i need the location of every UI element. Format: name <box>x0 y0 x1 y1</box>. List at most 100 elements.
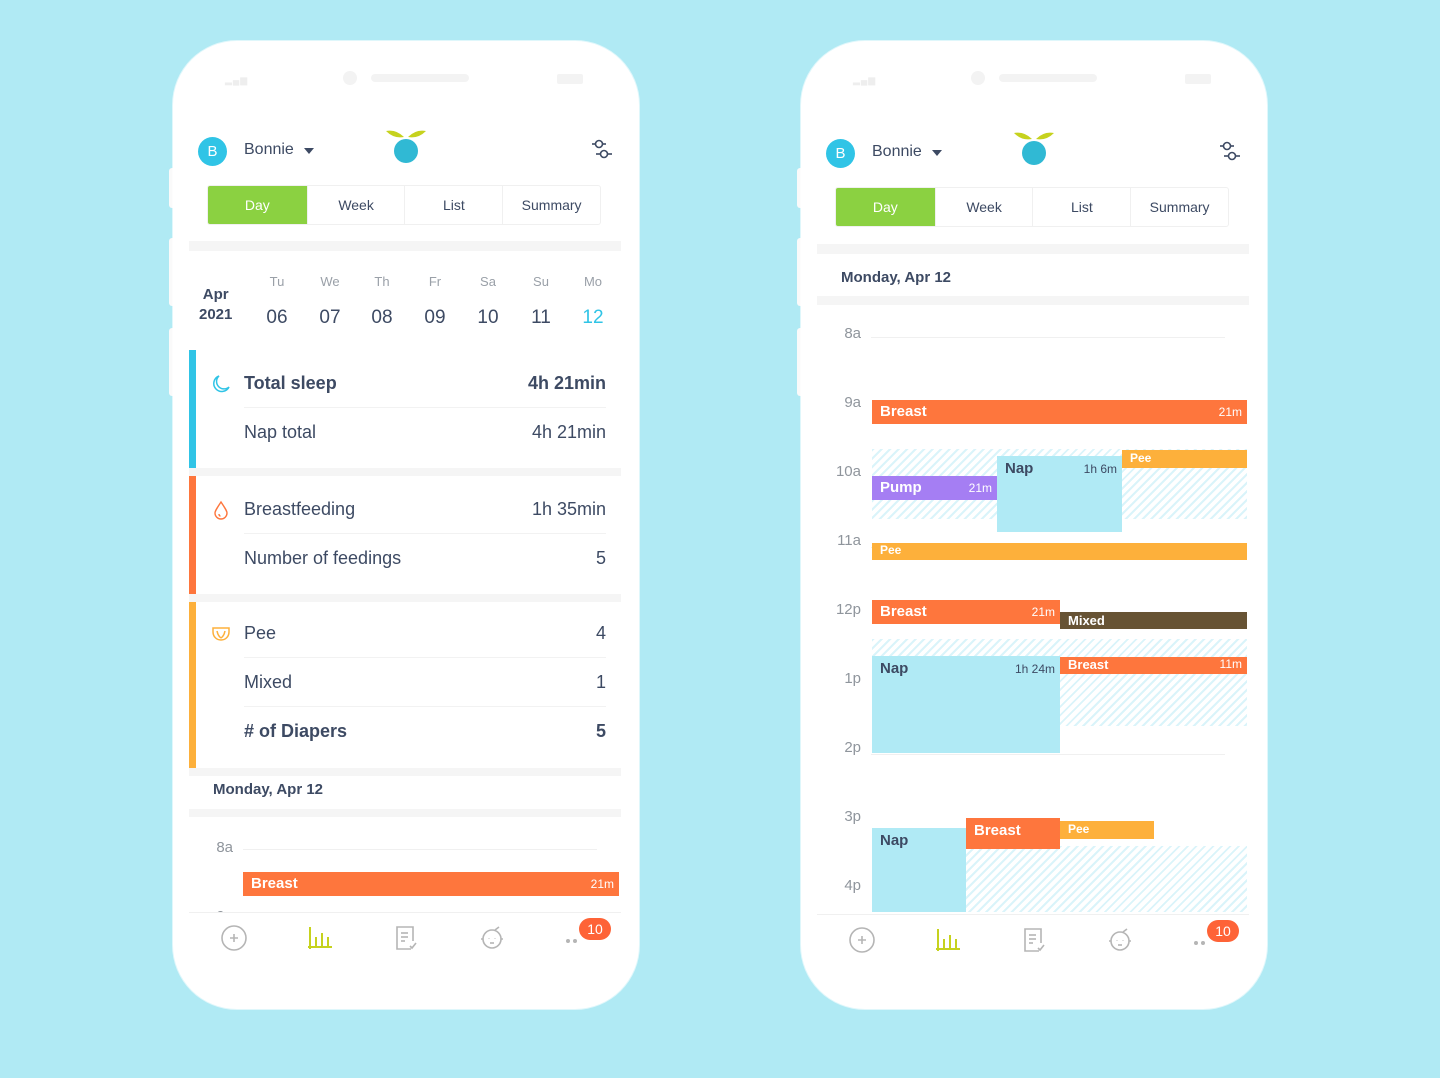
timeline-event-mixed[interactable]: Mixed <box>1060 612 1247 629</box>
event-duration: 11m <box>1219 657 1242 671</box>
month-year-label[interactable]: Apr 2021 <box>199 285 232 325</box>
day-tu[interactable]: Tu 06 <box>255 271 299 333</box>
hour-label: 4p <box>844 877 861 894</box>
summary-row-breastfeeding[interactable]: Breastfeeding 1h 35min <box>214 486 606 534</box>
summary-row-pee[interactable]: Pee 4 <box>212 610 606 658</box>
event-duration: 21m <box>1218 405 1242 419</box>
hour-label: 3p <box>844 808 861 825</box>
day-number: 12 <box>582 307 604 328</box>
date-strip: Apr 2021 Tu 06 We 07 Th 08 Fr 09 Sa 10 Su 11 M… <box>189 271 621 341</box>
diaper-summary-group: Pee 4 Mixed 1 # of Diapers 5 <box>189 602 621 768</box>
day-mo-selected[interactable]: Mo 12 <box>571 271 617 341</box>
tab-summary[interactable]: Summary <box>1131 188 1228 226</box>
summary-row-mixed[interactable]: Mixed 1 <box>244 659 606 707</box>
bar-chart-icon[interactable] <box>933 925 963 955</box>
tab-list[interactable]: List <box>1033 188 1132 226</box>
phone-day-timeline-view: ▂▄▆ B Bonnie Day Week List Summary Monda… <box>801 41 1267 1009</box>
tab-week[interactable]: Week <box>936 188 1034 226</box>
sprout-logo-icon <box>1014 132 1054 165</box>
checklist-icon[interactable] <box>1019 925 1049 955</box>
day-sa[interactable]: Sa 10 <box>466 271 510 333</box>
timeline-event-pump[interactable]: Pump 21m <box>872 476 997 500</box>
timeline-event-pee[interactable]: Pee <box>1122 450 1247 468</box>
timeline-event-nap[interactable]: Nap 1h 6m <box>997 456 1122 532</box>
diaper-icon <box>212 627 230 641</box>
timeline-event-breast[interactable]: Breast 11m <box>1060 657 1247 674</box>
notification-badge: 10 <box>579 918 611 940</box>
day-fr[interactable]: Fr 09 <box>413 271 457 333</box>
event-label: Breast <box>1068 657 1109 672</box>
tab-summary[interactable]: Summary <box>503 186 600 224</box>
sliders-icon[interactable] <box>1218 139 1242 163</box>
event-label: Breast <box>251 875 298 892</box>
event-label: Mixed <box>1068 613 1105 628</box>
avatar[interactable]: B <box>826 139 855 168</box>
timeline-event-pee[interactable]: Pee <box>872 543 1247 560</box>
baby-name-selector[interactable]: Bonnie <box>244 141 294 159</box>
drop-icon <box>214 500 228 520</box>
sliders-icon[interactable] <box>590 137 614 161</box>
bottom-nav: 10 <box>189 912 621 972</box>
plus-circle-icon[interactable] <box>219 923 249 953</box>
bottom-nav: 10 <box>817 914 1249 974</box>
divider <box>189 468 621 476</box>
chevron-down-icon[interactable] <box>304 148 314 154</box>
row-label: # of Diapers <box>244 720 348 741</box>
hour-label: 8a <box>216 839 233 856</box>
row-label: Number of feedings <box>244 547 402 568</box>
row-label: Total sleep <box>244 373 337 393</box>
tab-week[interactable]: Week <box>308 186 406 224</box>
plus-circle-icon[interactable] <box>847 925 877 955</box>
day-we[interactable]: We 07 <box>308 271 352 333</box>
tab-day[interactable]: Day <box>208 186 308 224</box>
divider <box>189 594 621 602</box>
summary-row-diaper-count[interactable]: # of Diapers 5 <box>244 707 606 755</box>
event-label: Breast <box>974 822 1021 839</box>
sleep-hatch-area <box>966 846 1247 912</box>
timeline-event-breast[interactable]: Breast 21m <box>243 872 619 896</box>
day-su[interactable]: Su 11 <box>519 271 563 333</box>
timeline-event-nap[interactable]: Nap <box>872 828 966 912</box>
hour-gridline <box>871 337 1225 338</box>
day-of-week: Tu <box>269 274 285 289</box>
baby-face-icon[interactable] <box>477 923 507 953</box>
app-header: B Bonnie <box>198 130 614 169</box>
event-label: Nap <box>880 660 909 677</box>
summary-row-feedings-count[interactable]: Number of feedings 5 <box>244 534 606 582</box>
chevron-down-icon[interactable] <box>932 150 942 156</box>
timeline-event-pee[interactable]: Pee <box>1060 821 1154 839</box>
phone-summary-view: ▂▄▆ B Bonnie Day Week List Summary Apr 2… <box>173 41 639 1009</box>
avatar[interactable]: B <box>198 137 227 166</box>
day-number: 06 <box>266 307 288 328</box>
day-of-week: Sa <box>480 274 496 289</box>
summary-row-nap-total[interactable]: Nap total 4h 21min <box>244 408 606 456</box>
event-label: Pump <box>880 479 922 496</box>
divider <box>817 296 1249 305</box>
timeline-event-breast[interactable]: Breast 21m <box>872 600 1060 624</box>
moon-icon <box>213 375 230 393</box>
hour-gridline <box>871 754 1225 755</box>
day-title: Monday, Apr 12 <box>213 781 324 798</box>
bar-chart-icon[interactable] <box>305 923 335 953</box>
checklist-icon[interactable] <box>391 923 421 953</box>
baby-face-icon[interactable] <box>1105 925 1135 955</box>
event-label: Breast <box>880 603 927 620</box>
timeline-event-breast[interactable]: Breast <box>966 818 1060 849</box>
status-bar: ▂▄▆ <box>173 71 639 91</box>
month-label: Apr <box>202 286 229 303</box>
hour-label: 1p <box>844 670 861 687</box>
hour-label: 9a <box>844 394 861 411</box>
hour-label: 10a <box>835 463 861 480</box>
signal-icon: ▂▄▆ <box>225 75 249 85</box>
day-th[interactable]: Th 08 <box>360 271 404 333</box>
camera-icon <box>971 71 985 85</box>
tab-list[interactable]: List <box>405 186 504 224</box>
summary-row-total-sleep[interactable]: Total sleep 4h 21min <box>213 360 606 408</box>
day-of-week: Mo <box>583 274 603 289</box>
event-duration: 1h 24m <box>1014 662 1055 676</box>
timeline-event-nap[interactable]: Nap 1h 24m <box>872 656 1060 753</box>
baby-name-selector[interactable]: Bonnie <box>872 143 922 161</box>
divider <box>189 768 621 776</box>
tab-day[interactable]: Day <box>836 188 936 226</box>
timeline-event-breast[interactable]: Breast 21m <box>872 400 1247 424</box>
